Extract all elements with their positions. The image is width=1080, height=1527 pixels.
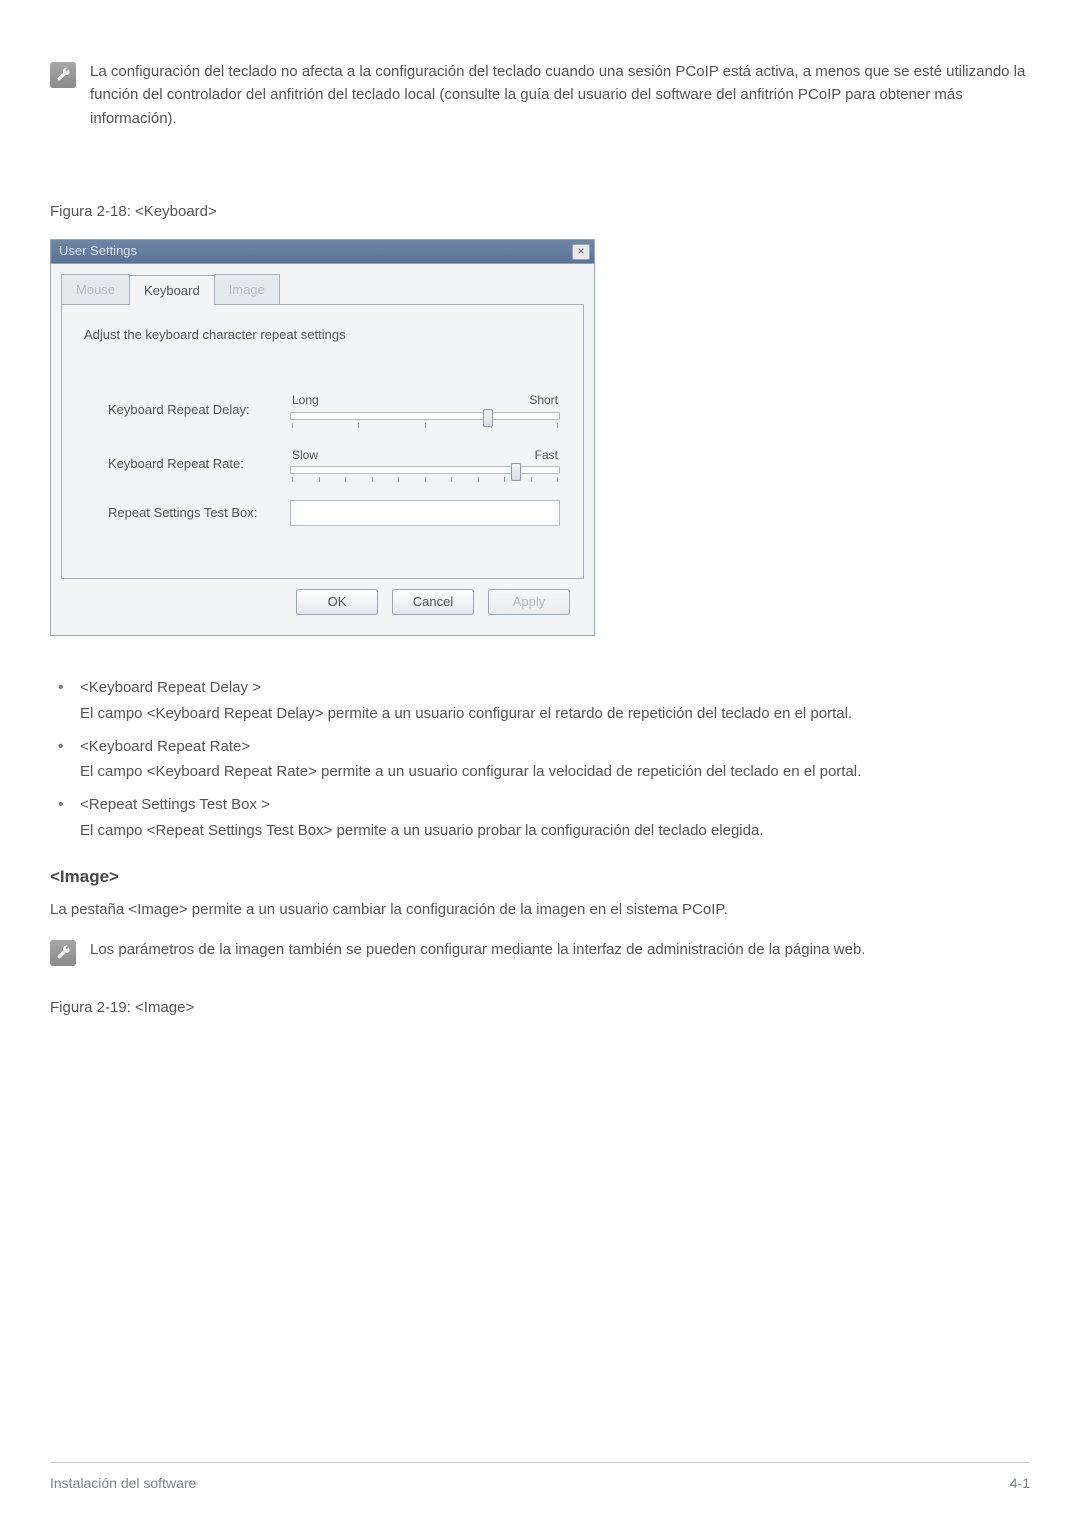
bullet-desc: El campo <Keyboard Repeat Delay> permite… — [80, 702, 1030, 725]
bullet-title: <Keyboard Repeat Rate> — [80, 735, 1030, 758]
delay-right-label: Short — [529, 391, 558, 410]
delay-left-label: Long — [292, 391, 319, 410]
list-item: <Keyboard Repeat Delay > El campo <Keybo… — [54, 676, 1030, 725]
section-heading-image: <Image> — [50, 864, 1030, 890]
slider-repeat-rate-wrap: Slow Fast — [290, 446, 565, 483]
page-footer: Instalación del software 4-1 — [50, 1462, 1030, 1495]
repeat-test-input[interactable] — [290, 500, 560, 526]
keyboard-settings-list: <Keyboard Repeat Delay > El campo <Keybo… — [50, 676, 1030, 842]
slider-thumb-delay[interactable] — [483, 409, 493, 427]
figure-caption-219: Figura 2-19: <Image> — [50, 996, 1030, 1019]
bullet-desc: El campo <Repeat Settings Test Box> perm… — [80, 819, 1030, 842]
dialog-title: User Settings — [59, 241, 137, 261]
apply-button[interactable]: Apply — [488, 589, 570, 615]
user-settings-dialog: User Settings × Mouse Keyboard Image Adj… — [50, 239, 595, 636]
rate-left-label: Slow — [292, 446, 318, 465]
label-test-box: Repeat Settings Test Box: — [80, 503, 290, 523]
ok-button[interactable]: OK — [296, 589, 378, 615]
dialog-body: Mouse Keyboard Image Adjust the keyboard… — [51, 264, 594, 635]
slider-thumb-rate[interactable] — [511, 463, 521, 481]
label-repeat-delay: Keyboard Repeat Delay: — [80, 400, 290, 420]
image-section-para: La pestaña <Image> permite a un usuario … — [50, 898, 1030, 921]
tab-mouse[interactable]: Mouse — [61, 274, 130, 304]
tab-image[interactable]: Image — [214, 274, 280, 304]
list-item: <Repeat Settings Test Box > El campo <Re… — [54, 793, 1030, 842]
close-button[interactable]: × — [572, 244, 590, 260]
bullet-title: <Repeat Settings Test Box > — [80, 793, 1030, 816]
bullet-desc: El campo <Keyboard Repeat Rate> permite … — [80, 760, 1030, 783]
row-repeat-rate: Keyboard Repeat Rate: Slow Fast — [80, 446, 565, 483]
row-test-box: Repeat Settings Test Box: — [80, 500, 565, 526]
tab-keyboard[interactable]: Keyboard — [129, 275, 215, 305]
slider-repeat-delay-wrap: Long Short — [290, 391, 565, 428]
note-text: Los parámetros de la imagen también se p… — [90, 938, 1030, 961]
tabs: Mouse Keyboard Image — [61, 274, 584, 305]
ticks-delay — [290, 423, 560, 428]
panel-heading: Adjust the keyboard character repeat set… — [84, 325, 565, 345]
slider-repeat-rate[interactable] — [290, 466, 560, 474]
figure-caption-218: Figura 2-18: <Keyboard> — [50, 200, 1030, 223]
cancel-button[interactable]: Cancel — [392, 589, 474, 615]
list-item: <Keyboard Repeat Rate> El campo <Keyboar… — [54, 735, 1030, 784]
note-keyboard-config: La configuración del teclado no afecta a… — [50, 60, 1030, 130]
tab-panel-keyboard: Adjust the keyboard character repeat set… — [61, 305, 584, 579]
wrench-icon — [50, 62, 76, 88]
note-image-params: Los parámetros de la imagen también se p… — [50, 938, 1030, 966]
bullet-title: <Keyboard Repeat Delay > — [80, 676, 1030, 699]
row-repeat-delay: Keyboard Repeat Delay: Long Short — [80, 391, 565, 428]
label-repeat-rate: Keyboard Repeat Rate: — [80, 454, 290, 474]
test-box-wrap — [290, 500, 565, 526]
dialog-button-row: OK Cancel Apply — [61, 579, 584, 621]
close-icon: × — [577, 242, 584, 261]
footer-right: 4-1 — [1010, 1473, 1030, 1495]
wrench-icon — [50, 940, 76, 966]
footer-left: Instalación del software — [50, 1473, 196, 1495]
slider-repeat-delay[interactable] — [290, 412, 560, 420]
dialog-titlebar: User Settings × — [51, 240, 594, 264]
note-text: La configuración del teclado no afecta a… — [90, 60, 1030, 130]
rate-right-label: Fast — [535, 446, 558, 465]
